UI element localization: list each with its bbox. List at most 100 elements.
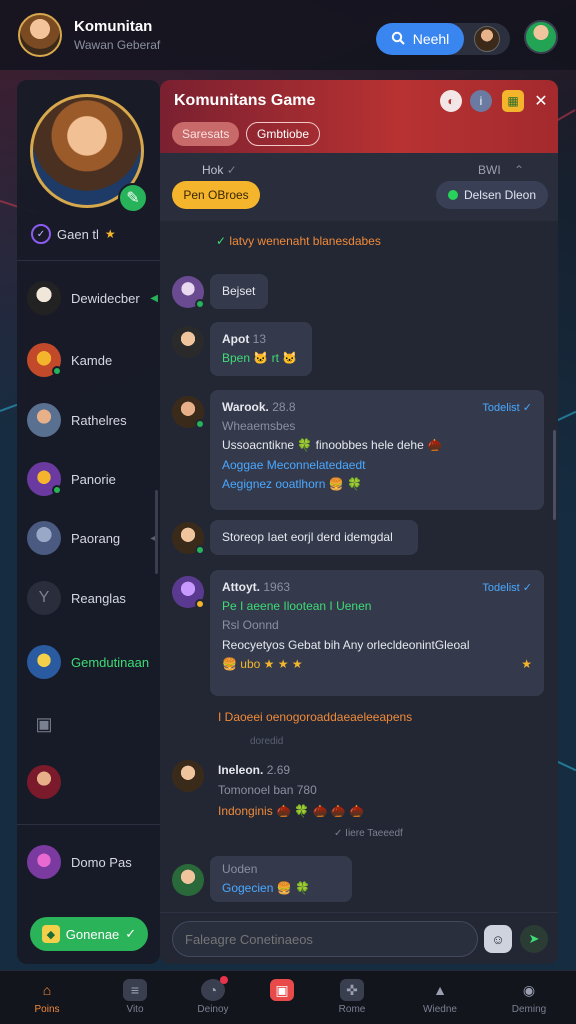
friend-avatar-icon [27, 281, 61, 315]
message-bubble: Todelist ✓ Warook. 28.8 Wheaemsbes Ussoa… [210, 390, 544, 510]
search-icon [391, 31, 405, 48]
edit-icon[interactable]: ✎ [118, 183, 148, 213]
message-avatar[interactable] [172, 864, 204, 896]
online-status-icon [447, 190, 458, 200]
ticket-icon: ◆ [41, 925, 60, 943]
sidebar-item-label: Rathelres [71, 412, 127, 428]
controller-icon: Y [27, 581, 61, 615]
sidebar-item-label: Paorang [71, 530, 121, 546]
chat-panel: Komunitans Game ◐ i ▦ ✕ Saresats Gmbtiob… [160, 80, 558, 964]
message-plain: Ineleon. 2.69 Tomonoel ban 780 Indongini… [218, 763, 365, 818]
message-bubble: Storeop Iaet eorjl derd idemgdal [210, 520, 418, 556]
check-icon: ✓ [334, 828, 343, 839]
sidebar-divider [17, 260, 160, 261]
sidebar: ✎ ✓ Gaen tl ★ Dewidecber ◀ Kamde Rathelr… [17, 80, 160, 964]
sidebar-item-label: Dewidecber [71, 290, 140, 306]
friend-avatar-icon [27, 403, 61, 437]
app-subtitle: Wawan Geberaf [74, 38, 161, 52]
top-bar: Komunitan Wawan Geberaf Neehl [0, 0, 576, 70]
friend-avatar[interactable] [474, 26, 500, 52]
gift-icon: ▣ [270, 979, 294, 1001]
todo-tag: Todelist ✓ [482, 402, 532, 414]
message-avatar[interactable] [172, 522, 205, 555]
message-bubble: Uoden Gogecien 🍔 🍀 [210, 856, 352, 903]
profile-status: ✓ Gaen tl ★ [31, 224, 116, 244]
sidebar-item-label: Kamde [71, 352, 113, 368]
nav-item-list[interactable]: ≡ Vito [105, 979, 165, 1015]
profile-avatar-small[interactable] [524, 20, 558, 54]
system-message: I Daoeei oenogoroaddaeaeleeapens [218, 710, 413, 724]
emoji-icon[interactable]: ☺ [484, 925, 512, 953]
sidebar-item-0[interactable]: Dewidecber ◀ [17, 276, 160, 320]
nav-item-game[interactable]: ✜ Rome [322, 979, 382, 1015]
gauge-icon: ◔ [201, 976, 228, 1001]
cta-label: Gonenae [65, 926, 120, 942]
sidebar-item-7[interactable]: ▣ [17, 702, 160, 746]
sidebar-item-label: Reanglas [71, 590, 126, 606]
sidebar-item-label: Panorie [71, 471, 116, 487]
sidebar-cta-button[interactable]: ◆ Gonenae ✓ [30, 917, 148, 951]
info-icon[interactable]: i [470, 90, 492, 112]
message-avatar[interactable] [172, 276, 205, 309]
message-input[interactable] [172, 921, 478, 957]
sidebar-item-9[interactable]: Domo Pas [17, 840, 160, 884]
video-icon: ▣ [35, 713, 53, 734]
chat-scrollbar[interactable] [553, 430, 556, 520]
list-icon: ≡ [123, 979, 147, 1001]
sidebar-item-3[interactable]: Panorie [17, 457, 160, 501]
tab-chip-b[interactable]: Gmbtiobe [246, 122, 321, 146]
nav-item-gauge[interactable]: ◔ Deinoy [183, 976, 243, 1015]
message-bubble: Todelist ✓ Attoyt. 1963 Pe I aeene Iloot… [210, 570, 544, 696]
sidebar-item-label: Domo Pas [71, 854, 132, 870]
online-pill[interactable]: Delsen Dleon [436, 181, 548, 209]
send-icon[interactable]: ➤ [520, 925, 548, 953]
check-icon: ✓ [125, 926, 137, 941]
close-icon[interactable]: ✕ [530, 90, 552, 112]
sidebar-item-label: Gemdutinaan [71, 654, 150, 670]
sidebar-item-8[interactable] [17, 760, 160, 804]
nav-item-target[interactable]: ◉ Deming [499, 979, 559, 1016]
friend-avatar-icon [27, 765, 61, 799]
target-icon: ◉ [522, 981, 536, 998]
game-icon [27, 343, 62, 377]
composer: ☺ ➤ [160, 912, 558, 964]
search-pill[interactable]: Neehl [376, 23, 510, 55]
sidebar-item-5[interactable]: Y Reanglas [17, 576, 160, 620]
star-icon: ★ [104, 227, 116, 241]
sidebar-item-1[interactable]: Kamde [17, 338, 160, 382]
user-avatar[interactable] [18, 13, 62, 57]
search-button[interactable]: Neehl [376, 23, 464, 55]
seen-note: ✓ Iiere Taeeedf [334, 828, 403, 839]
sidebar-item-2[interactable]: Rathelres [17, 398, 160, 442]
message-avatar[interactable] [172, 326, 204, 358]
sub-left-label: Hok ✓ [202, 163, 237, 177]
mountain-icon: ▲ [433, 982, 447, 998]
shield-icon [27, 521, 61, 555]
sidebar-item-4[interactable]: Paorang ◀ [17, 516, 160, 560]
gift-icon[interactable]: ▦ [502, 90, 524, 112]
nav-item-gift[interactable]: ▣ [252, 979, 312, 1001]
sidebar-scrollbar[interactable] [155, 490, 158, 574]
home-icon: ⌂ [42, 982, 52, 998]
tab-chip-a[interactable]: Saresats [172, 122, 240, 146]
message-avatar[interactable] [172, 396, 205, 429]
event-pill[interactable]: Pen OBroes [172, 181, 260, 209]
sidebar-divider [17, 824, 160, 825]
sub-right-label: BWI ⌃ [478, 163, 525, 177]
sticker-icon[interactable]: ◐ [440, 90, 462, 112]
message-avatar[interactable] [172, 576, 205, 609]
bottom-nav: ⌂ Poins ≡ Vito ◔ Deinoy ▣ ✜ Rome ▲ Wiedn… [0, 970, 576, 1024]
level-icon: ✓ [31, 224, 51, 244]
sidebar-item-6[interactable]: Gemdutinaan [17, 640, 160, 684]
nav-item-mountain[interactable]: ▲ Wiedne [410, 979, 470, 1015]
todo-tag: Todelist ✓ [482, 582, 532, 594]
profile-status-text: Gaen tl [57, 226, 99, 242]
nav-item-home[interactable]: ⌂ Poins [17, 979, 77, 1015]
game-icon [27, 462, 62, 496]
check-icon: ✓ [216, 234, 227, 248]
message-avatar[interactable] [172, 760, 204, 792]
message-bubble: Bejset [210, 274, 268, 310]
chevron-left-icon: ◀ [150, 292, 158, 304]
game-icon [27, 845, 61, 879]
trophy-icon [27, 645, 61, 679]
